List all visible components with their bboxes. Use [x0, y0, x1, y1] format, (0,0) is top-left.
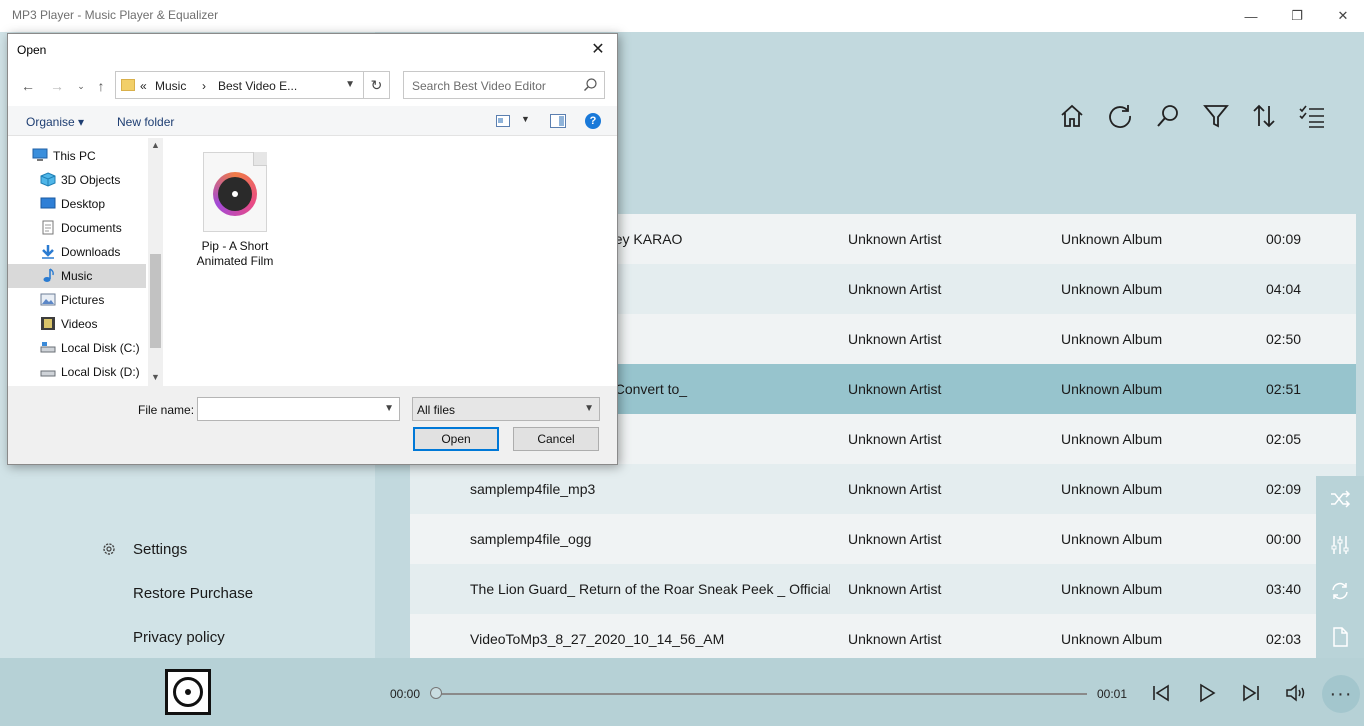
song-row[interactable]: VideoToMp3_8_27_2020_10_14_56_AM Unknown … [410, 614, 1356, 664]
breadcrumb-separator: › [202, 79, 206, 93]
vinyl-record-icon [213, 172, 257, 216]
command-bar: Organise ▾ New folder ▼ ? [8, 106, 617, 136]
current-time: 00:00 [390, 687, 421, 701]
navigation-pane: This PC 3D Objects Desktop Documents Dow… [8, 138, 163, 386]
pictures-icon [40, 293, 56, 306]
player-bar: 00:00 00:01 ··· [0, 658, 1364, 726]
file-name-input[interactable]: ▼ [197, 397, 400, 421]
nav-item-desktop[interactable]: Desktop [8, 192, 146, 216]
volume-icon[interactable] [1285, 682, 1307, 704]
equalizer-icon [1331, 536, 1349, 554]
folder-icon [121, 79, 135, 91]
videos-icon [41, 317, 55, 330]
search-input[interactable]: Search Best Video Editor [403, 71, 605, 99]
breadcrumb-prefix[interactable]: « [140, 79, 147, 93]
refresh-icon[interactable]: ↻ [363, 71, 390, 99]
total-time: 00:01 [1097, 687, 1128, 701]
view-options-chevron-icon[interactable]: ▼ [521, 114, 530, 124]
restore-purchase-menu-item[interactable]: Restore Purchase [133, 585, 253, 602]
cancel-button[interactable]: Cancel [513, 427, 599, 451]
song-row[interactable]: samplemp4file_ogg Unknown Artist Unknown A… [410, 514, 1356, 564]
progress-knob[interactable] [430, 687, 442, 699]
repeat-button[interactable] [1316, 568, 1364, 614]
filter-icon[interactable] [1202, 102, 1230, 130]
shuffle-button[interactable] [1316, 476, 1364, 522]
search-icon[interactable] [1154, 102, 1182, 130]
disk-icon [40, 370, 56, 377]
documents-icon [42, 220, 54, 235]
preview-pane-icon[interactable] [550, 114, 566, 128]
desktop-icon [40, 197, 56, 209]
nav-item-documents[interactable]: Documents [8, 216, 146, 240]
shuffle-icon [1331, 490, 1351, 508]
maximize-button[interactable]: ❐ [1274, 0, 1320, 32]
file-type-select[interactable]: All files ▼ [412, 397, 600, 421]
nav-item-downloads[interactable]: Downloads [8, 240, 146, 264]
new-folder-button[interactable]: New folder [117, 115, 174, 129]
back-arrow-icon[interactable]: ← [18, 76, 38, 96]
nav-scrollbar[interactable]: ▲ ▼ [148, 138, 163, 386]
breadcrumb-current[interactable]: Best Video E... [218, 79, 297, 93]
home-icon[interactable] [1058, 102, 1086, 130]
nav-item-local-disk-d[interactable]: Local Disk (D:) [8, 360, 146, 384]
file-icon [1333, 627, 1348, 647]
scroll-down-icon[interactable]: ▼ [150, 372, 161, 382]
breadcrumb-music[interactable]: Music [155, 79, 186, 93]
open-button[interactable]: Open [413, 427, 499, 451]
add-file-button[interactable] [1316, 614, 1364, 660]
chevron-down-icon[interactable]: ▼ [384, 403, 394, 414]
nav-item-videos[interactable]: Videos [8, 312, 146, 336]
select-list-icon[interactable] [1298, 102, 1326, 130]
play-icon[interactable] [1196, 682, 1218, 704]
settings-menu-item[interactable]: Settings [133, 541, 187, 558]
sort-icon[interactable] [1250, 102, 1278, 130]
up-arrow-icon[interactable]: ↑ [91, 76, 111, 96]
repeat-icon [1332, 582, 1348, 600]
3d-objects-icon [40, 172, 56, 187]
file-item[interactable]: Pip - A Short Animated Film [191, 150, 279, 274]
disk-icon [40, 342, 56, 353]
nav-item-this-pc[interactable]: This PC [8, 144, 146, 168]
organise-button[interactable]: Organise ▾ [26, 115, 84, 129]
song-row[interactable]: samplemp4file_mp3 Unknown Artist Unknown A… [410, 464, 1356, 514]
file-name-label: File name: [138, 403, 195, 417]
dialog-title: Open [17, 43, 47, 57]
downloads-icon [42, 245, 54, 259]
scroll-up-icon[interactable]: ▲ [150, 140, 161, 150]
dialog-footer: File name: ▼ All files ▼ Open Cancel [8, 386, 617, 464]
address-bar[interactable]: « Music › Best Video E... ▼ [115, 71, 364, 99]
next-icon[interactable] [1240, 682, 1262, 704]
open-dialog: Open ✕ ← → ⌄ ↑ « Music › Best Video E...… [7, 33, 618, 465]
gear-icon [103, 543, 115, 555]
recent-locations-chevron-icon[interactable]: ⌄ [71, 76, 91, 96]
title-bar: MP3 Player - Music Player & Equalizer — … [0, 0, 1364, 32]
refresh-icon[interactable] [1106, 102, 1134, 130]
file-list-area: Pip - A Short Animated Film [165, 138, 617, 386]
minimize-button[interactable]: — [1228, 0, 1274, 32]
scrollbar-thumb[interactable] [150, 254, 161, 348]
chevron-down-icon[interactable]: ▼ [345, 79, 355, 90]
progress-bar[interactable] [436, 693, 1087, 695]
album-art-icon [165, 669, 211, 715]
nav-item-music[interactable]: Music [8, 264, 146, 288]
previous-icon[interactable] [1150, 682, 1172, 704]
view-icon[interactable] [496, 115, 510, 127]
equalizer-button[interactable] [1316, 522, 1364, 568]
more-options-button[interactable]: ··· [1322, 675, 1360, 713]
privacy-policy-menu-item[interactable]: Privacy policy [133, 629, 225, 646]
pc-icon [32, 148, 48, 161]
forward-arrow-icon[interactable]: → [47, 76, 67, 96]
window-title: MP3 Player - Music Player & Equalizer [12, 8, 219, 22]
file-name: Pip - A Short Animated Film [196, 239, 274, 268]
search-icon [584, 78, 597, 91]
music-icon [43, 268, 54, 282]
dialog-close-button[interactable]: ✕ [585, 38, 611, 60]
song-row[interactable]: The Lion Guard_ Return of the Roar Sneak… [410, 564, 1356, 614]
help-icon[interactable]: ? [585, 113, 601, 129]
close-window-button[interactable]: ✕ [1320, 0, 1364, 32]
nav-item-3d-objects[interactable]: 3D Objects [8, 168, 146, 192]
chevron-down-icon: ▼ [584, 403, 594, 414]
nav-item-local-disk-c[interactable]: Local Disk (C:) [8, 336, 146, 360]
nav-item-pictures[interactable]: Pictures [8, 288, 146, 312]
